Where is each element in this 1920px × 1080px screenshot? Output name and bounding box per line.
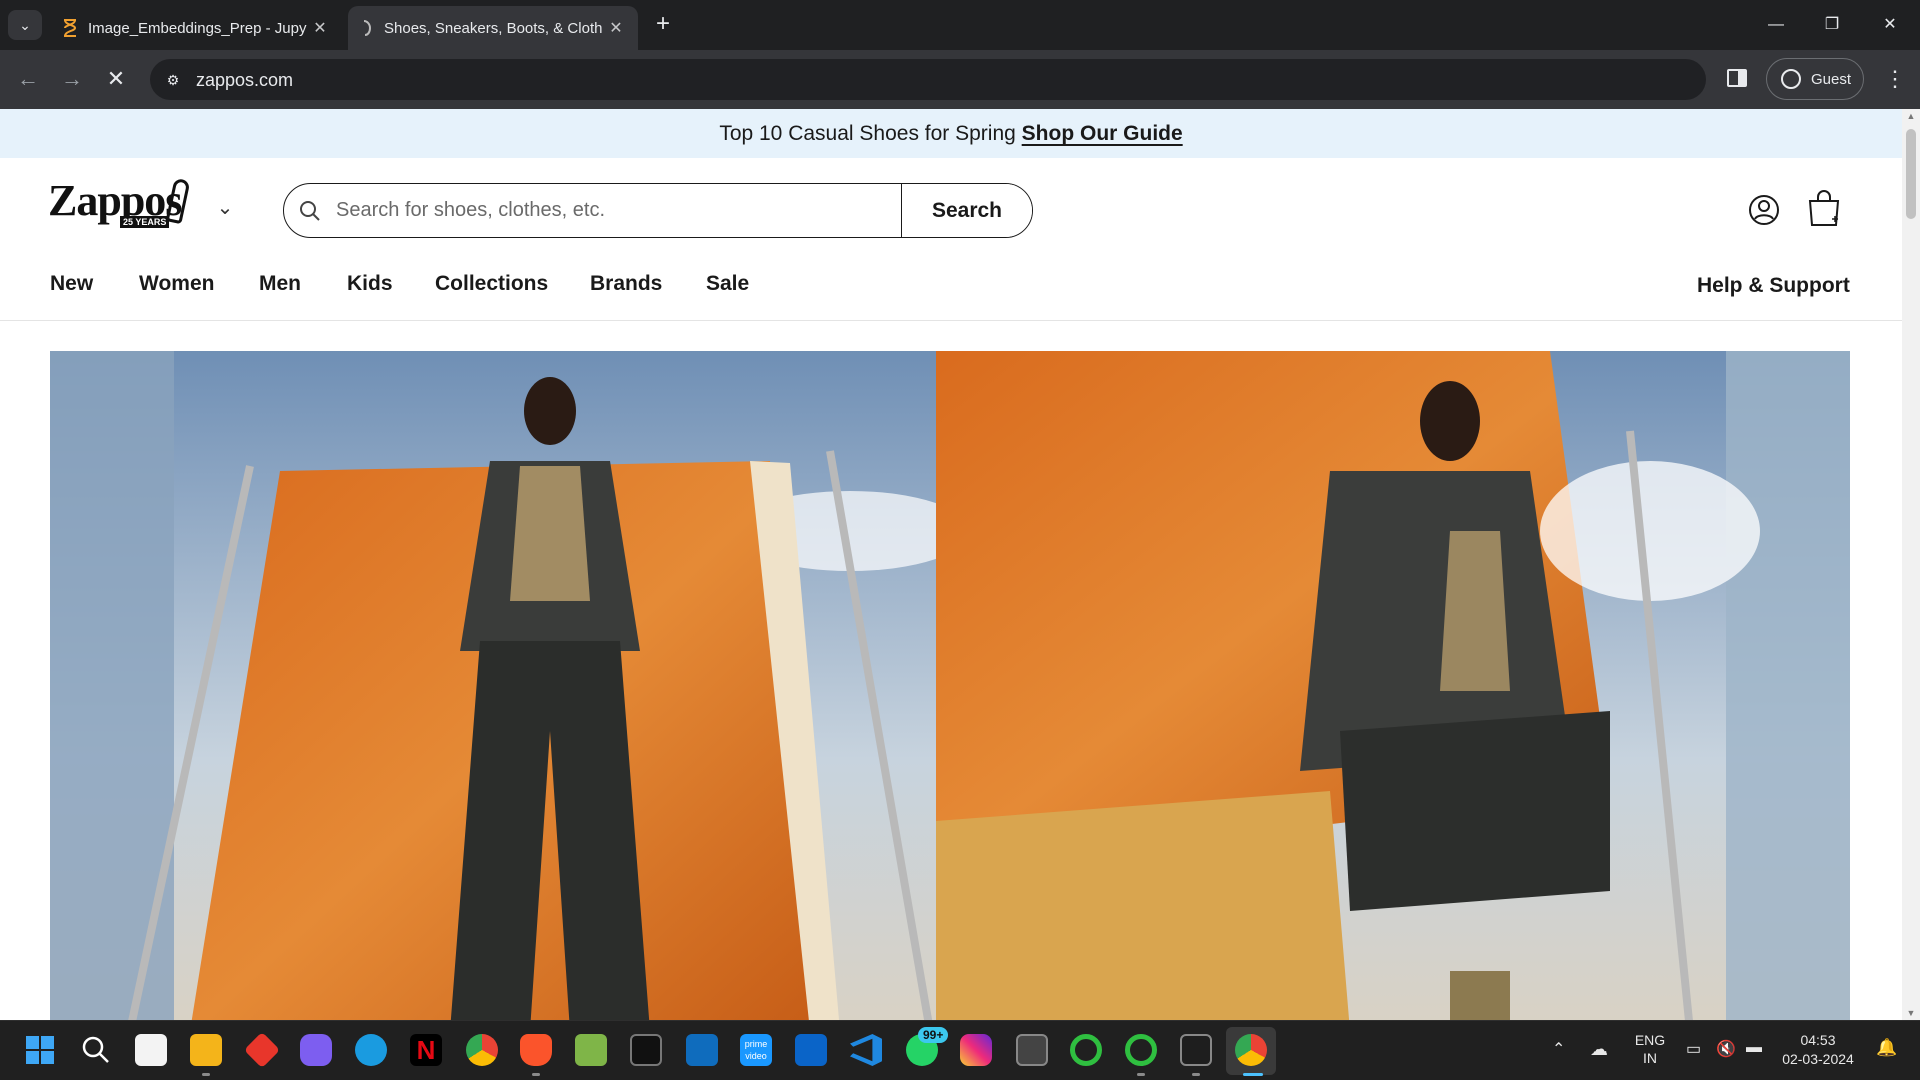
clock[interactable]: 04:53 02-03-2024 (1780, 1031, 1856, 1069)
scroll-down-icon[interactable]: ▼ (1902, 1008, 1920, 1018)
tab-title: Image_Embeddings_Prep - Jupy (88, 19, 307, 37)
netflix-icon[interactable]: N (410, 1034, 442, 1066)
account-icon[interactable] (1748, 194, 1780, 226)
clock-date: 02-03-2024 (1782, 1051, 1854, 1067)
nav-collections[interactable]: Collections (435, 272, 548, 296)
terminal-icon[interactable] (1180, 1034, 1212, 1066)
app-ring-icon[interactable] (1125, 1034, 1157, 1066)
restore-button[interactable]: ❐ (1812, 8, 1852, 42)
tab-jupyter[interactable]: Image_Embeddings_Prep - Jupy ✕ (50, 6, 342, 50)
search-button[interactable]: Search (901, 184, 1032, 237)
clock-time: 04:53 (1800, 1032, 1836, 1048)
hero-banner-image[interactable] (50, 351, 1850, 1020)
edge-icon[interactable] (355, 1034, 387, 1066)
onedrive-icon[interactable]: ☁ (1590, 1039, 1608, 1060)
windows-start-icon[interactable] (24, 1034, 56, 1066)
side-panel-icon[interactable] (1727, 69, 1747, 87)
url-text[interactable]: zappos.com (196, 70, 293, 91)
close-window-button[interactable]: ✕ (1870, 8, 1910, 42)
nav-sale[interactable]: Sale (706, 272, 749, 296)
running-indicator (1192, 1073, 1200, 1076)
scrollbar-thumb[interactable] (1906, 129, 1916, 219)
battery-icon[interactable]: ▬ (1746, 1039, 1762, 1057)
minimize-button[interactable]: — (1756, 8, 1796, 42)
brave-icon[interactable] (520, 1034, 552, 1066)
nav-women[interactable]: Women (139, 272, 214, 296)
site-info-icon[interactable]: ⚙ (162, 69, 184, 91)
instagram-icon[interactable] (960, 1034, 992, 1066)
promo-text: Top 10 Casual Shoes for Spring (719, 122, 1016, 145)
prime-video-icon[interactable]: prime video (740, 1034, 772, 1066)
running-indicator (532, 1073, 540, 1076)
chrome-icon[interactable] (466, 1034, 498, 1066)
tab-search-button[interactable]: ⌄ (8, 10, 42, 40)
chevron-down-icon[interactable]: ⌄ (214, 197, 236, 219)
language-line2: IN (1643, 1050, 1657, 1066)
hourglass-icon (64, 19, 77, 37)
tab-close-icon[interactable]: ✕ (606, 18, 626, 38)
notification-bell-icon[interactable]: 🔔 (1876, 1038, 1897, 1058)
active-indicator (1243, 1073, 1263, 1076)
tab-title: Shoes, Sneakers, Boots, & Cloth (384, 19, 603, 37)
app-blue-icon[interactable] (686, 1034, 718, 1066)
chrome-active-icon[interactable] (1235, 1034, 1267, 1066)
address-bar[interactable]: ⚙ zappos.com (150, 59, 1706, 100)
nav-kids[interactable]: Kids (347, 272, 393, 296)
stop-loading-icon[interactable]: ✕ (100, 64, 132, 96)
chevron-down-icon: ⌄ (19, 16, 31, 33)
nav-brands[interactable]: Brands (590, 272, 662, 296)
photos-icon[interactable] (575, 1034, 607, 1066)
network-icon[interactable]: ▭ (1686, 1039, 1701, 1059)
new-tab-button[interactable]: + (648, 10, 678, 40)
page-scrollbar[interactable]: ▲ ▼ (1902, 109, 1920, 1020)
promo-banner: Top 10 Casual Shoes for Spring Shop Our … (0, 109, 1902, 158)
taskbar: N prime video 99+ ⌃ ☁ ENG IN ▭ 🔇 ▬ 04:53… (0, 1020, 1920, 1080)
running-indicator (202, 1073, 210, 1076)
app-ring-icon[interactable] (1070, 1034, 1102, 1066)
promo-link[interactable]: Shop Our Guide (1022, 122, 1183, 145)
back-arrow-icon[interactable]: ← (12, 64, 44, 96)
terminal-dark-icon[interactable] (630, 1034, 662, 1066)
web-page: Top 10 Casual Shoes for Spring Shop Our … (0, 109, 1902, 1020)
cart-icon[interactable] (1806, 189, 1842, 227)
search-input[interactable] (336, 184, 901, 237)
nav-help-support[interactable]: Help & Support (1697, 274, 1850, 298)
store-icon[interactable] (135, 1034, 167, 1066)
search-icon (284, 184, 336, 237)
tab-zappos[interactable]: Shoes, Sneakers, Boots, & Cloth ✕ (348, 6, 638, 50)
header-divider (0, 320, 1902, 321)
logo-badge: 25 YEARS (120, 216, 170, 228)
profile-icon (1781, 69, 1801, 89)
file-explorer-icon[interactable] (190, 1034, 222, 1066)
tab-strip: ⌄ Image_Embeddings_Prep - Jupy ✕ Shoes, … (0, 0, 1920, 50)
forward-arrow-icon[interactable]: → (56, 64, 88, 96)
nav-new[interactable]: New (50, 272, 93, 296)
search-icon[interactable] (80, 1034, 112, 1066)
running-indicator (1137, 1073, 1145, 1076)
volume-muted-icon[interactable]: 🔇 (1716, 1039, 1736, 1059)
tab-close-icon[interactable]: ✕ (310, 18, 330, 38)
nav-men[interactable]: Men (259, 272, 301, 296)
copilot-icon[interactable] (300, 1034, 332, 1066)
zappos-favicon (363, 20, 372, 36)
whatsapp-badge: 99+ (918, 1027, 949, 1043)
outlook-icon[interactable] (795, 1034, 827, 1066)
profile-button[interactable]: Guest (1766, 58, 1864, 100)
app-red-icon[interactable] (243, 1031, 281, 1069)
app-window-icon[interactable] (1016, 1034, 1048, 1066)
language-line1: ENG (1634, 1032, 1666, 1048)
menu-kebab-icon[interactable]: ⋮ (1884, 64, 1906, 94)
language-indicator[interactable]: ENG IN (1630, 1031, 1670, 1067)
vscode-icon[interactable] (850, 1034, 882, 1066)
scroll-up-icon[interactable]: ▲ (1902, 111, 1920, 121)
tray-overflow-icon[interactable]: ⌃ (1552, 1039, 1565, 1059)
browser-toolbar: ← → ✕ ⚙ zappos.com Guest ⋮ (0, 50, 1920, 109)
search-bar: Search (283, 183, 1033, 238)
profile-label: Guest (1811, 70, 1852, 88)
